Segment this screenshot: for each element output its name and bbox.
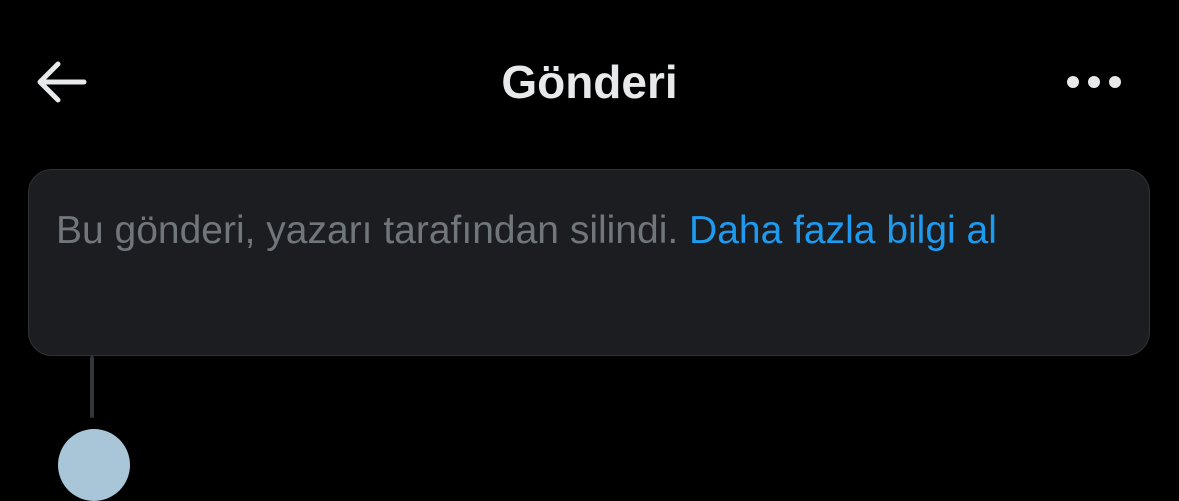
deleted-post-notice: Bu gönderi, yazarı tarafından silindi. D… bbox=[28, 169, 1150, 356]
more-options-button[interactable] bbox=[1062, 52, 1126, 112]
avatar[interactable] bbox=[58, 429, 130, 501]
top-navigation-bar: Gönderi bbox=[0, 0, 1179, 160]
learn-more-link[interactable]: Daha fazla bilgi al bbox=[689, 209, 997, 252]
deleted-post-message: Bu gönderi, yazarı tarafından silindi. bbox=[56, 209, 690, 252]
more-horizontal-icon bbox=[1067, 76, 1121, 88]
page-title: Gönderi bbox=[501, 56, 678, 108]
thread-connector-line bbox=[90, 356, 94, 418]
